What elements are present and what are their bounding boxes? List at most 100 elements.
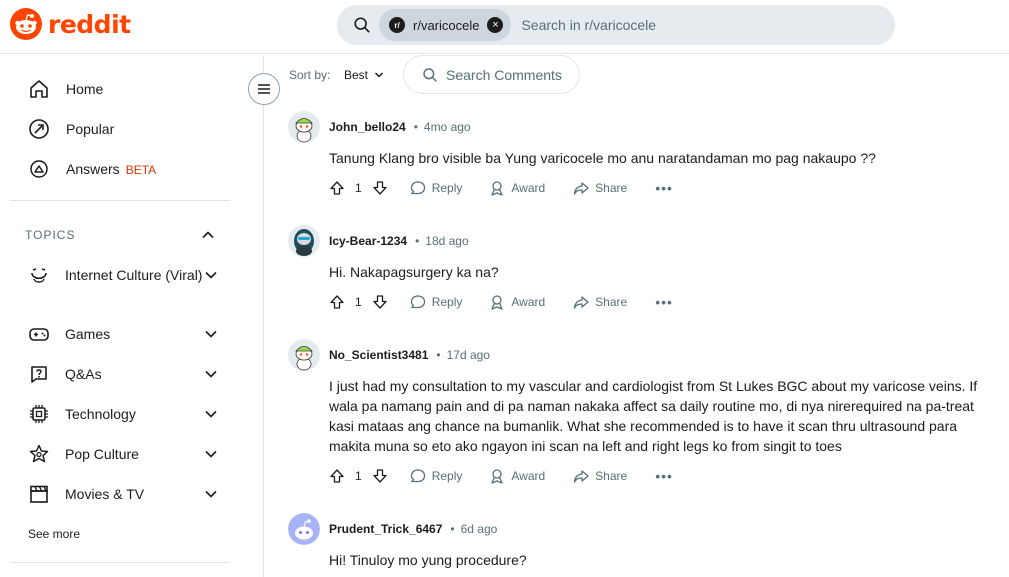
- user-avatar-icon: [288, 225, 320, 257]
- reply-button[interactable]: Reply: [410, 468, 463, 484]
- avatar[interactable]: [288, 111, 320, 143]
- home-icon: [30, 80, 48, 98]
- reddit-logo[interactable]: reddit: [10, 8, 131, 40]
- chevron-down-icon: [205, 490, 217, 498]
- close-icon[interactable]: ×: [487, 17, 504, 33]
- share-label: Share: [595, 469, 628, 483]
- downvote-icon[interactable]: [372, 294, 388, 310]
- comment-age: 6d ago: [460, 522, 498, 536]
- collapse-sidebar-button[interactable]: [248, 73, 280, 105]
- chevron-up-icon: [202, 231, 214, 239]
- topic-label: Movies & TV: [65, 486, 145, 502]
- share-label: Share: [595, 295, 628, 309]
- topic-qas[interactable]: Q&As: [28, 363, 218, 385]
- reply-button[interactable]: Reply: [410, 180, 462, 196]
- see-more-link[interactable]: See more: [28, 527, 80, 541]
- vote-count: 1: [355, 295, 362, 309]
- upvote-icon[interactable]: [329, 468, 345, 484]
- upvote-icon[interactable]: [329, 294, 345, 310]
- avatar[interactable]: [288, 513, 320, 545]
- vote-count: 1: [355, 469, 362, 483]
- sidebar-item-home[interactable]: Home: [28, 78, 103, 100]
- comment-meta: Prudent_Trick_6467 • 6d ago: [329, 522, 497, 536]
- reply-icon: [410, 295, 425, 309]
- sidebar-divider: [10, 200, 230, 201]
- beta-badge: BETA: [125, 163, 157, 177]
- comment-body: Hi. Nakapagsurgery ka na?: [329, 264, 499, 280]
- popular-icon: [29, 119, 49, 139]
- more-options-icon[interactable]: •••: [655, 294, 673, 310]
- share-button[interactable]: Share: [573, 468, 627, 484]
- chevron-down-icon: [205, 410, 217, 418]
- username[interactable]: John_bello24: [329, 120, 406, 134]
- comment-body: Hi! Tinuloy mo yung procedure?: [329, 552, 527, 568]
- reply-button[interactable]: Reply: [410, 294, 463, 310]
- more-options-icon[interactable]: •••: [655, 180, 673, 196]
- topic-movies-tv[interactable]: Movies & TV: [28, 483, 218, 505]
- separator-dot: •: [415, 234, 420, 248]
- share-button[interactable]: Share: [573, 180, 627, 196]
- downvote-icon[interactable]: [372, 468, 388, 484]
- sort-label: Sort by:: [289, 68, 331, 82]
- clapper-icon: [30, 485, 48, 503]
- comment-meta: Icy-Bear-1234 • 18d ago: [329, 234, 469, 248]
- downvote-icon[interactable]: [372, 180, 388, 196]
- avatar[interactable]: [288, 225, 320, 257]
- chevron-down-icon: [374, 72, 384, 78]
- comment-age: 18d ago: [425, 234, 469, 248]
- sort-value: Best: [344, 68, 369, 82]
- award-button[interactable]: Award: [489, 294, 545, 310]
- vote-group: 1: [329, 180, 388, 196]
- username[interactable]: Prudent_Trick_6467: [329, 522, 442, 536]
- reply-label: Reply: [431, 469, 463, 483]
- share-icon: [574, 470, 589, 483]
- topic-pop-culture[interactable]: Pop Culture: [28, 443, 218, 465]
- topic-internet-culture[interactable]: Internet Culture (Viral): [28, 264, 218, 286]
- upvote-icon[interactable]: [329, 180, 345, 196]
- comment: John_bello24 • 4mo ago Tanung Klang bro …: [288, 111, 988, 211]
- avatar[interactable]: [288, 339, 320, 371]
- comment: Prudent_Trick_6467 • 6d ago Hi! Tinuloy …: [288, 513, 988, 577]
- topics-header[interactable]: TOPICS: [25, 228, 215, 242]
- chevron-down-icon: [205, 330, 217, 338]
- comment: No_Scientist3481 • 17d ago I just had my…: [288, 339, 988, 499]
- award-button[interactable]: Award: [489, 468, 545, 484]
- gamepad-icon: [29, 328, 49, 341]
- comment-age: 17d ago: [446, 348, 490, 362]
- star-icon: [29, 444, 49, 463]
- separator-dot: •: [450, 522, 455, 536]
- award-label: Award: [511, 469, 546, 483]
- comment: Icy-Bear-1234 • 18d ago Hi. Nakapagsurge…: [288, 225, 988, 325]
- topic-technology[interactable]: Technology: [28, 403, 218, 425]
- comment-age: 4mo ago: [423, 120, 471, 134]
- topic-games[interactable]: Games: [28, 323, 218, 345]
- vote-count: 1: [355, 181, 362, 195]
- comment-actions: 1 Reply Award Share •••: [329, 294, 673, 310]
- share-button[interactable]: Share: [573, 294, 627, 310]
- search-input[interactable]: Search in r/varicocele: [521, 17, 656, 33]
- sidebar-item-label: Home: [66, 81, 104, 97]
- separator-dot: •: [413, 120, 418, 134]
- username[interactable]: Icy-Bear-1234: [329, 234, 407, 248]
- award-icon: [491, 469, 504, 484]
- topic-label: Internet Culture (Viral): [65, 267, 203, 283]
- search-bar[interactable]: r/ r/varicocele × Search in r/varicocele: [337, 5, 895, 45]
- reddit-snoo-icon: [10, 8, 42, 40]
- subreddit-icon: r/: [389, 17, 405, 33]
- sidebar-item-popular[interactable]: Popular: [28, 118, 114, 140]
- award-button[interactable]: Award: [489, 180, 545, 196]
- share-icon: [574, 182, 589, 195]
- comment-meta: No_Scientist3481 • 17d ago: [329, 348, 490, 362]
- user-avatar-icon: [288, 111, 320, 143]
- sidebar-item-answers[interactable]: Answers BETA: [28, 158, 156, 180]
- award-icon: [491, 295, 504, 310]
- separator-dot: •: [436, 348, 441, 362]
- search-comments-input[interactable]: Search Comments: [403, 55, 580, 94]
- sort-dropdown[interactable]: Best: [344, 68, 384, 82]
- username[interactable]: No_Scientist3481: [329, 348, 428, 362]
- more-options-icon[interactable]: •••: [655, 468, 673, 484]
- reply-label: Reply: [431, 295, 463, 309]
- left-sidebar: Home Popular Answers BETA TOPICS Internet…: [0, 55, 264, 577]
- topic-label: Pop Culture: [65, 446, 139, 462]
- reply-icon: [410, 469, 425, 483]
